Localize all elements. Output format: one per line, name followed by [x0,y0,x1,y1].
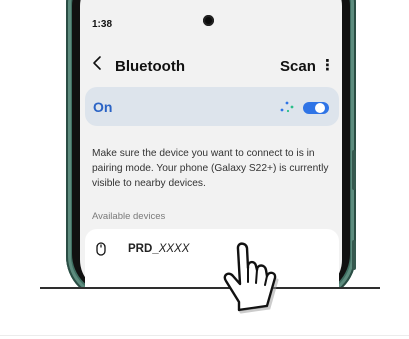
side-button [352,150,356,190]
back-arrow-icon[interactable] [92,55,104,71]
available-devices-label: Available devices [92,211,166,222]
illustration: 1:38 Bluetooth Scan ⋮ On Make sure the d… [0,0,409,339]
scanning-dots-icon [280,101,294,113]
status-time: 1:38 [92,19,113,30]
device-item-prd[interactable]: PRD_XXXX [128,243,189,255]
bluetooth-state-label: On [93,99,113,115]
mouse-icon [96,242,106,256]
scan-button[interactable]: Scan [280,58,316,75]
toggle-knob [315,103,325,113]
more-options-button[interactable]: ⋮ [320,56,335,74]
camera-icon [203,15,214,26]
side-button [352,240,356,270]
page-title: Bluetooth [115,58,185,75]
device-name-suffix: XXXX [158,243,190,255]
pairing-description: Make sure the device you want to connect… [92,148,329,189]
divider [0,335,409,336]
bluetooth-toggle-row[interactable] [85,87,339,126]
device-name-prefix: PRD_ [128,243,159,255]
pointing-hand-icon [223,242,279,314]
